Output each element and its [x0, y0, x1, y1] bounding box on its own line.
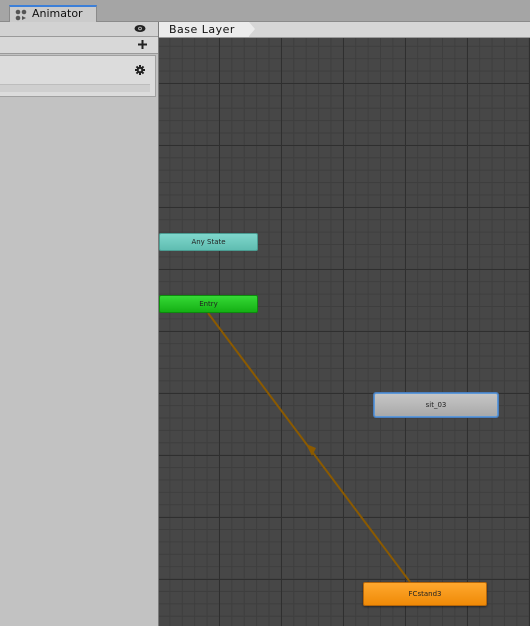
any-state-node[interactable]: Any State: [159, 233, 258, 251]
breadcrumb-label: Base Layer: [169, 23, 235, 36]
any-state-label: Any State: [191, 238, 226, 246]
fcstand3-label: FCstand3: [408, 590, 442, 598]
entry-label: Entry: [199, 300, 218, 308]
transition-layer: [207, 312, 411, 583]
sit-03-state-node[interactable]: sit_03: [374, 393, 498, 417]
entry-node[interactable]: Entry: [159, 295, 258, 313]
breadcrumb[interactable]: Base Layer: [159, 22, 255, 37]
sit-03-label: sit_03: [425, 401, 447, 409]
breadcrumb-bar: Base Layer: [159, 22, 530, 38]
fcstand3-state-node[interactable]: FCstand3: [363, 582, 487, 606]
